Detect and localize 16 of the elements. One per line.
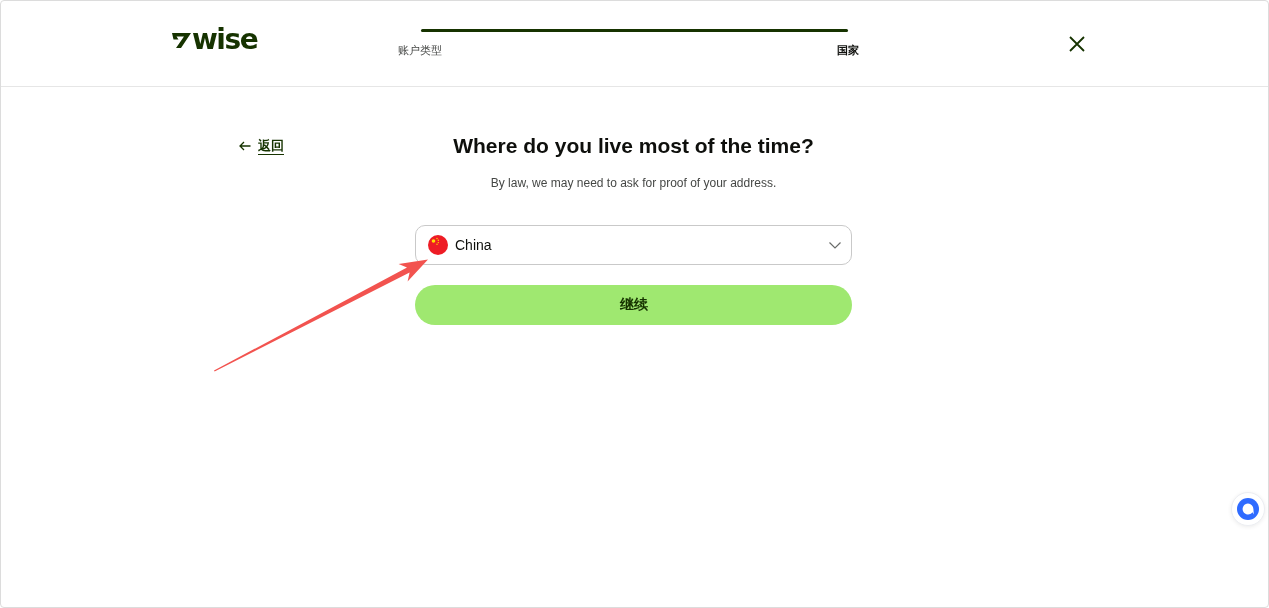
country-select[interactable]: China (415, 225, 852, 265)
arrow-left-icon (239, 141, 251, 151)
close-button[interactable] (1068, 35, 1086, 53)
continue-button[interactable]: 继续 (415, 285, 852, 325)
chevron-down-icon (829, 241, 841, 249)
back-link[interactable]: 返回 (239, 137, 284, 155)
china-flag-icon (428, 235, 448, 255)
page-title: Where do you live most of the time? (453, 133, 814, 159)
logo-text: wise (192, 27, 258, 53)
chat-button[interactable] (1231, 492, 1265, 526)
chat-bubble-icon (1237, 498, 1259, 520)
progress-step-label: 账户类型 (398, 43, 442, 57)
logo-mark-icon (172, 32, 191, 48)
progress-step-label: 国家 (837, 43, 859, 57)
subtitle-text: By law, we may need to ask for proof of your address. (490, 175, 777, 192)
close-icon (1069, 36, 1085, 52)
